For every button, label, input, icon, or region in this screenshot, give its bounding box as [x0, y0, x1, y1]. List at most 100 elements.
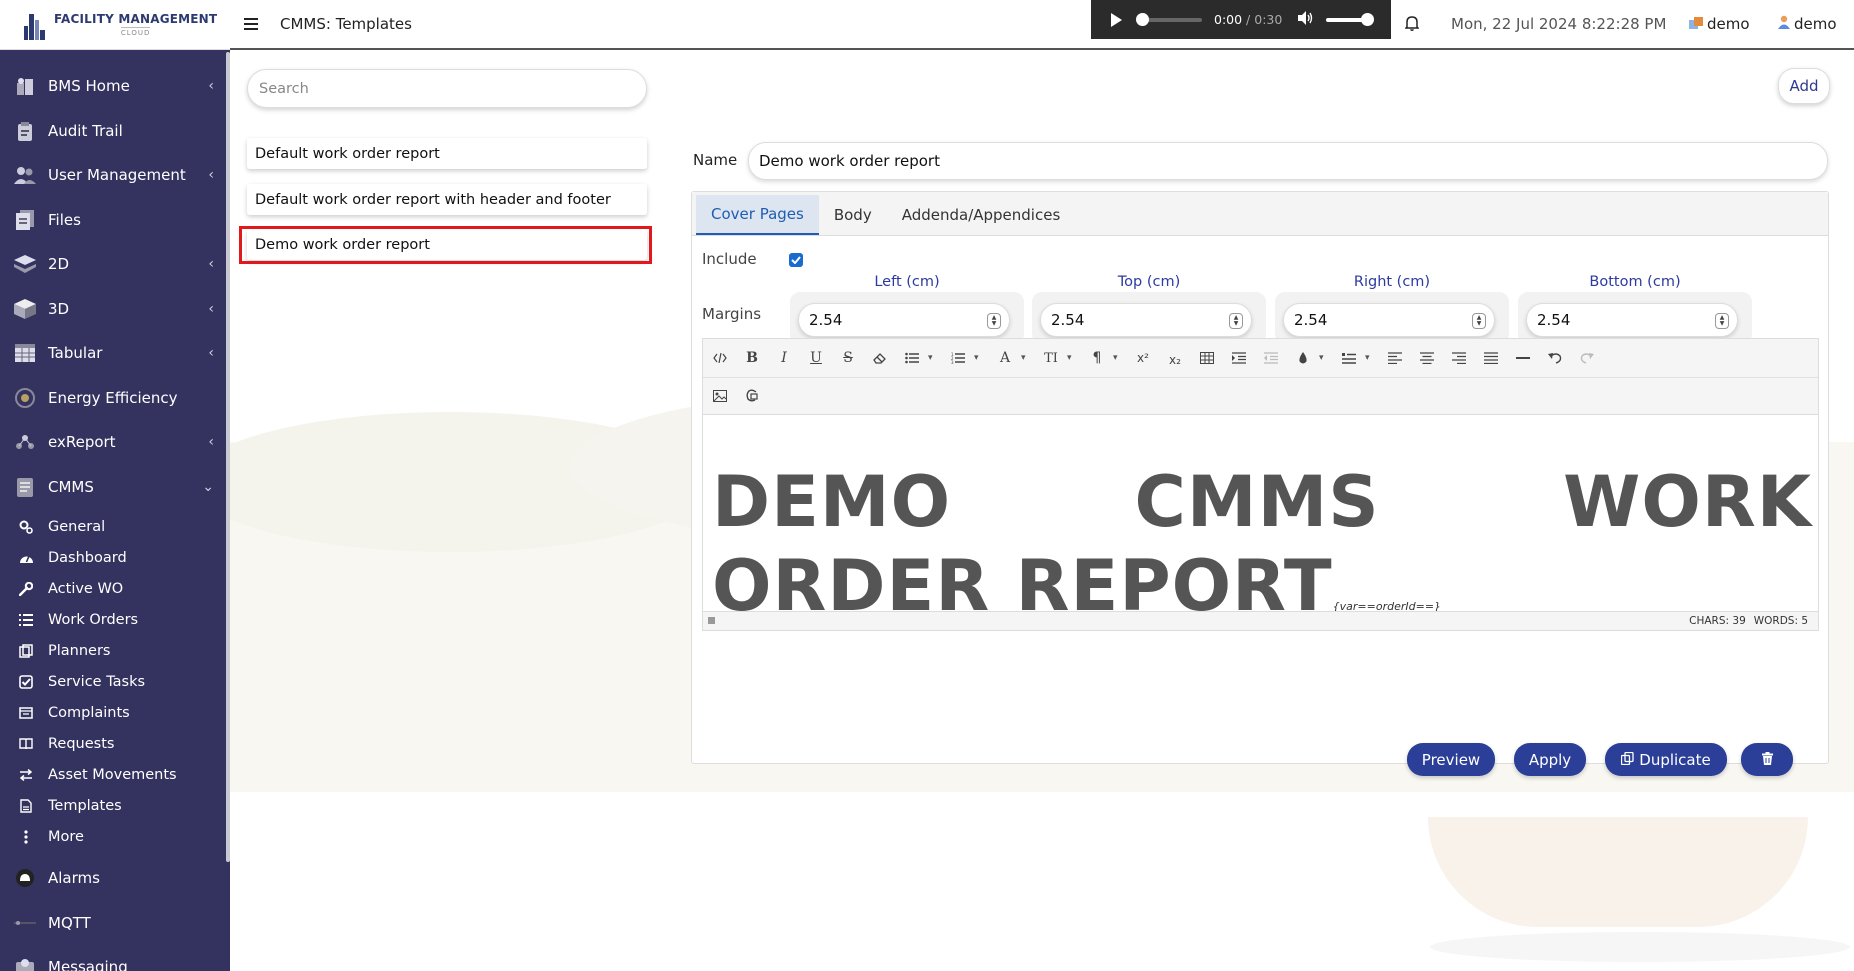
template-name-input[interactable] [748, 142, 1828, 180]
volume-knob[interactable] [1361, 12, 1375, 26]
line-height-icon[interactable] [1337, 346, 1361, 370]
sidebar-item-messaging[interactable]: Messaging [0, 945, 230, 971]
chevron-down-icon[interactable]: ▾ [974, 353, 979, 363]
margin-left-input[interactable]: 2.54 ▲ ▼ [798, 303, 1010, 337]
template-list-item[interactable]: Default work order report [247, 138, 647, 169]
align-center-icon[interactable] [1415, 346, 1439, 370]
sidebar-sub-complaints[interactable]: Complaints [0, 697, 230, 728]
eraser-icon[interactable] [868, 346, 892, 370]
align-left-icon[interactable] [1383, 346, 1407, 370]
tab-addenda-appendices[interactable]: Addenda/Appendices [887, 195, 1076, 235]
undo-icon[interactable] [1543, 346, 1567, 370]
page-title: CMMS: Templates [280, 15, 412, 33]
table-insert-icon[interactable] [1195, 346, 1219, 370]
audio-progress-slider[interactable] [1136, 12, 1202, 26]
chevron-down-icon[interactable]: ▾ [1319, 353, 1324, 363]
app-logo[interactable]: FACILITY MANAGEMENT CLOUD [0, 0, 230, 50]
sidebar-item-3d[interactable]: 3D ‹ [0, 287, 230, 332]
sidebar-sub-requests[interactable]: Requests [0, 728, 230, 759]
title-word: DEMO [712, 461, 952, 543]
resize-handle-icon[interactable] [708, 617, 715, 624]
preview-button[interactable]: Preview [1407, 743, 1495, 776]
org-selector[interactable]: demo [1689, 15, 1750, 33]
align-right-icon[interactable] [1447, 346, 1471, 370]
chevron-down-icon[interactable]: ▾ [1021, 353, 1026, 363]
sidebar-sub-general[interactable]: General [0, 511, 230, 542]
font-icon[interactable]: A [993, 346, 1017, 370]
duplicate-button[interactable]: Duplicate [1605, 743, 1727, 776]
audio-progress-knob[interactable] [1136, 12, 1149, 26]
align-justify-icon[interactable] [1479, 346, 1503, 370]
user-menu[interactable]: demo [1778, 15, 1837, 33]
add-template-button[interactable]: Add [1778, 68, 1830, 104]
bell-icon[interactable] [1404, 15, 1420, 35]
image-insert-icon[interactable] [708, 384, 732, 408]
bold-icon[interactable]: B [740, 346, 764, 370]
apply-button[interactable]: Apply [1514, 743, 1586, 776]
template-list-item[interactable]: Default work order report with header an… [247, 184, 647, 215]
chevron-down-icon[interactable]: ▾ [1365, 353, 1370, 363]
text-color-icon[interactable] [1291, 346, 1315, 370]
sidebar-item-tabular[interactable]: Tabular ‹ [0, 331, 230, 376]
sidebar-item-files[interactable]: Files [0, 198, 230, 243]
tab-cover-pages[interactable]: Cover Pages [696, 195, 819, 235]
chevron-down-icon[interactable]: ▾ [1113, 353, 1118, 363]
background-boat [1428, 817, 1808, 927]
cmms-icon [14, 476, 36, 498]
template-search-input[interactable] [247, 69, 647, 108]
strikethrough-icon[interactable]: S [836, 346, 860, 370]
sidebar-item-audit-trail[interactable]: Audit Trail [0, 109, 230, 154]
sidebar-sub-planners[interactable]: Planners [0, 635, 230, 666]
sidebar-item-bms-home[interactable]: BMS Home ‹ [0, 64, 230, 109]
spinner-icon[interactable]: ▲ ▼ [1472, 313, 1486, 329]
sidebar-item-user-management[interactable]: User Management ‹ [0, 153, 230, 198]
subscript-icon[interactable]: x₂ [1163, 348, 1187, 372]
hamburger-menu-icon[interactable] [244, 18, 258, 30]
font-size-icon[interactable]: TI [1039, 346, 1063, 370]
italic-icon[interactable]: I [772, 346, 796, 370]
volume-slider[interactable] [1326, 12, 1375, 26]
numbered-list-icon[interactable]: 123 [946, 346, 970, 370]
horizontal-rule-icon[interactable] [1511, 346, 1535, 370]
sidebar-sub-work-orders[interactable]: Work Orders [0, 604, 230, 635]
paragraph-icon[interactable]: ¶ [1085, 346, 1109, 370]
underline-icon[interactable]: U [804, 346, 828, 370]
sidebar-sub-asset-movements[interactable]: Asset Movements [0, 759, 230, 790]
margin-top-input[interactable]: 2.54 ▲ ▼ [1040, 303, 1252, 337]
sidebar-item-cmms[interactable]: CMMS ⌄ [0, 465, 230, 510]
redo-icon[interactable] [1575, 346, 1599, 370]
chevron-down-icon[interactable]: ▾ [1067, 353, 1072, 363]
sidebar-sub-more[interactable]: More [0, 821, 230, 852]
sidebar-item-2d[interactable]: 2D ‹ [0, 242, 230, 287]
sidebar-sub-active-wo[interactable]: Active WO [0, 573, 230, 604]
margin-value: 2.54 [809, 311, 843, 329]
bullet-list-icon[interactable] [900, 346, 924, 370]
editor-content-area[interactable]: DEMO CMMS WORK ORDER REPORT{var==orderId… [703, 415, 1818, 627]
margin-bottom-input[interactable]: 2.54 ▲ ▼ [1526, 303, 1738, 337]
sidebar-item-energy-efficiency[interactable]: Energy Efficiency [0, 376, 230, 421]
sidebar-item-mqtt[interactable]: MQTT [0, 901, 230, 946]
superscript-icon[interactable]: x² [1131, 346, 1155, 370]
outdent-icon[interactable] [1259, 346, 1283, 370]
margin-right-input[interactable]: 2.54 ▲ ▼ [1283, 303, 1495, 337]
chevron-down-icon[interactable]: ▾ [928, 353, 933, 363]
sidebar-sub-templates[interactable]: Templates [0, 790, 230, 821]
include-checkbox[interactable] [789, 253, 803, 267]
sidebar-sub-service-tasks[interactable]: Service Tasks [0, 666, 230, 697]
spinner-icon[interactable]: ▲ ▼ [987, 313, 1001, 329]
variable-insert-icon[interactable] [740, 384, 764, 408]
indent-icon[interactable] [1227, 346, 1251, 370]
book-icon [18, 736, 34, 752]
tab-body[interactable]: Body [819, 195, 887, 235]
delete-button[interactable] [1741, 743, 1793, 776]
sidebar-sub-dashboard[interactable]: Dashboard [0, 542, 230, 573]
volume-icon[interactable] [1298, 10, 1314, 29]
code-view-icon[interactable] [708, 346, 732, 370]
play-icon[interactable] [1111, 12, 1122, 27]
spinner-icon[interactable]: ▲ ▼ [1715, 313, 1729, 329]
sidebar-item-exreport[interactable]: exReport ‹ [0, 420, 230, 465]
template-list-item-selected[interactable]: Demo work order report [247, 229, 647, 260]
sidebar-item-alarms[interactable]: Alarms [0, 856, 230, 901]
spinner-icon[interactable]: ▲ ▼ [1229, 313, 1243, 329]
chevron-down-icon: ⌄ [202, 478, 214, 495]
